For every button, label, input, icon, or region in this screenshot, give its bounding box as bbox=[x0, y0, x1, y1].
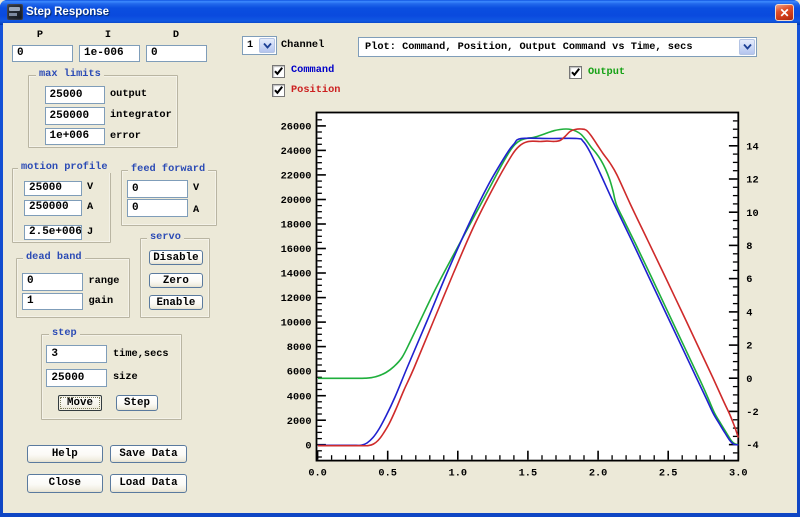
svg-text:6000: 6000 bbox=[287, 367, 312, 379]
svg-text:2000: 2000 bbox=[287, 416, 312, 428]
svg-text:10000: 10000 bbox=[281, 318, 312, 330]
svg-text:2: 2 bbox=[746, 341, 752, 353]
svg-text:-2: -2 bbox=[746, 407, 758, 419]
svg-text:22000: 22000 bbox=[281, 171, 312, 183]
svg-text:4000: 4000 bbox=[287, 391, 312, 403]
svg-text:0.0: 0.0 bbox=[308, 468, 327, 480]
svg-text:10: 10 bbox=[746, 208, 758, 220]
svg-text:8000: 8000 bbox=[287, 342, 312, 354]
svg-text:14000: 14000 bbox=[281, 269, 312, 281]
svg-text:6: 6 bbox=[746, 274, 752, 286]
svg-text:14: 14 bbox=[746, 141, 758, 153]
svg-text:26000: 26000 bbox=[281, 122, 312, 134]
svg-text:20000: 20000 bbox=[281, 195, 312, 207]
svg-text:1.0: 1.0 bbox=[449, 468, 468, 480]
svg-text:16000: 16000 bbox=[281, 244, 312, 256]
svg-text:0.5: 0.5 bbox=[378, 468, 397, 480]
svg-text:1.5: 1.5 bbox=[519, 468, 538, 480]
svg-text:2.5: 2.5 bbox=[659, 468, 678, 480]
svg-text:12: 12 bbox=[746, 175, 758, 187]
svg-text:24000: 24000 bbox=[281, 146, 312, 158]
svg-text:0: 0 bbox=[305, 440, 311, 452]
svg-text:3.0: 3.0 bbox=[729, 468, 748, 480]
svg-text:2.0: 2.0 bbox=[589, 468, 608, 480]
svg-text:18000: 18000 bbox=[281, 220, 312, 232]
svg-text:8: 8 bbox=[746, 241, 752, 253]
svg-text:12000: 12000 bbox=[281, 293, 312, 305]
svg-text:-4: -4 bbox=[746, 440, 758, 452]
svg-text:4: 4 bbox=[746, 308, 752, 320]
svg-text:0: 0 bbox=[746, 374, 752, 386]
